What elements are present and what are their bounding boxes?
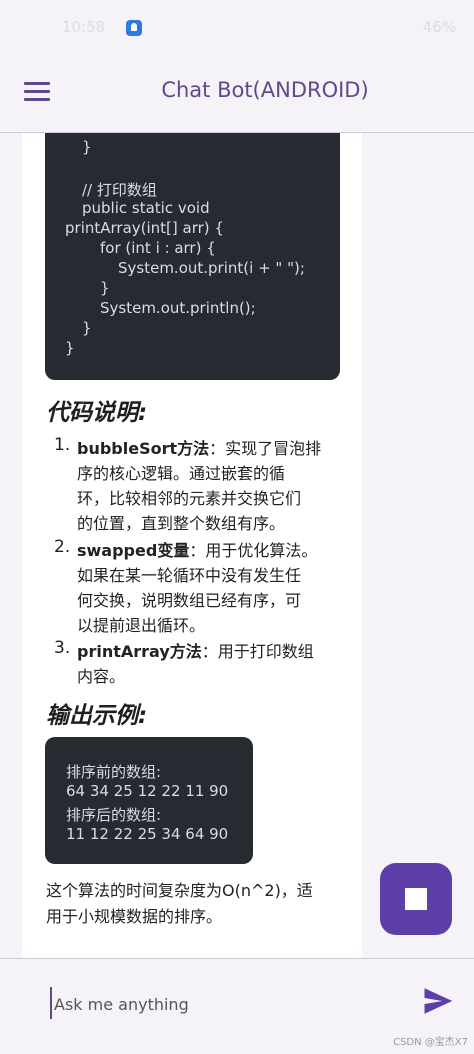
send-icon xyxy=(424,988,453,1014)
app-bar: Chat Bot(ANDROID) xyxy=(0,56,474,133)
output-line: 64 34 25 12 22 11 90 xyxy=(66,782,229,800)
code-line: } xyxy=(82,138,92,156)
list-item-line: 以提前退出循环。 xyxy=(77,616,206,635)
explanation-heading: 代码说明: xyxy=(46,400,148,426)
text-cursor xyxy=(50,987,52,1019)
list-item-line: bubbleSort方法：实现了冒泡排 xyxy=(77,439,322,458)
output-line: 排序后的数组: xyxy=(66,806,162,824)
code-line: } xyxy=(65,339,75,357)
list-item-line: swapped变量：用于优化算法。 xyxy=(77,541,318,560)
code-line: printArray(int[] arr) { xyxy=(65,219,224,237)
list-number: 3. xyxy=(54,638,71,658)
list-item-line: 如果在某一轮循环中没有发生任 xyxy=(77,566,302,585)
status-battery: 46% xyxy=(422,18,456,36)
code-line: // 打印数组 xyxy=(82,181,157,199)
code-block: } // 打印数组 public static void printArray(… xyxy=(45,133,340,380)
app-notification-icon xyxy=(126,20,142,36)
input-bar: CSDN @宝杰X7 xyxy=(0,958,474,1054)
code-line: System.out.println(); xyxy=(100,299,256,317)
watermark: CSDN @宝杰X7 xyxy=(393,1037,468,1048)
status-time: 10:58 xyxy=(62,18,106,36)
status-bar: 10:58 46% xyxy=(0,0,474,56)
stop-icon xyxy=(405,888,427,910)
list-item-line: 的位置，直到整个数组有序。 xyxy=(77,514,286,533)
code-line: public static void xyxy=(82,199,210,217)
output-code-block: 排序前的数组: 64 34 25 12 22 11 90 排序后的数组: 11 … xyxy=(45,737,253,864)
list-number: 1. xyxy=(54,435,71,455)
list-item-line: 序的核心逻辑。通过嵌套的循 xyxy=(77,464,286,483)
output-line: 排序前的数组: xyxy=(66,763,162,781)
code-line: } xyxy=(100,279,110,297)
hamburger-menu-icon[interactable] xyxy=(24,80,50,102)
code-line: for (int i : arr) { xyxy=(100,239,216,257)
summary-line: 用于小规模数据的排序。 xyxy=(46,907,223,926)
message-input[interactable] xyxy=(50,987,394,1021)
code-line: } xyxy=(82,319,92,337)
list-item-line: printArray方法：用于打印数组 xyxy=(77,642,314,661)
chat-area[interactable]: } // 打印数组 public static void printArray(… xyxy=(0,133,474,958)
code-line: System.out.print(i + " "); xyxy=(118,259,305,277)
send-button[interactable] xyxy=(420,983,456,1019)
output-line: 11 12 22 25 34 64 90 xyxy=(66,825,229,843)
page-title: Chat Bot(ANDROID) xyxy=(161,78,369,102)
summary-line: 这个算法的时间复杂度为O(n^2)，适 xyxy=(46,881,313,900)
output-heading: 输出示例: xyxy=(46,703,148,729)
list-item-line: 何交换，说明数组已经有序，可 xyxy=(77,591,302,610)
list-number: 2. xyxy=(54,537,71,557)
stop-button[interactable] xyxy=(380,863,452,935)
list-item-line: 内容。 xyxy=(77,667,126,686)
list-item-line: 环，比较相邻的元素并交换它们 xyxy=(77,489,302,508)
